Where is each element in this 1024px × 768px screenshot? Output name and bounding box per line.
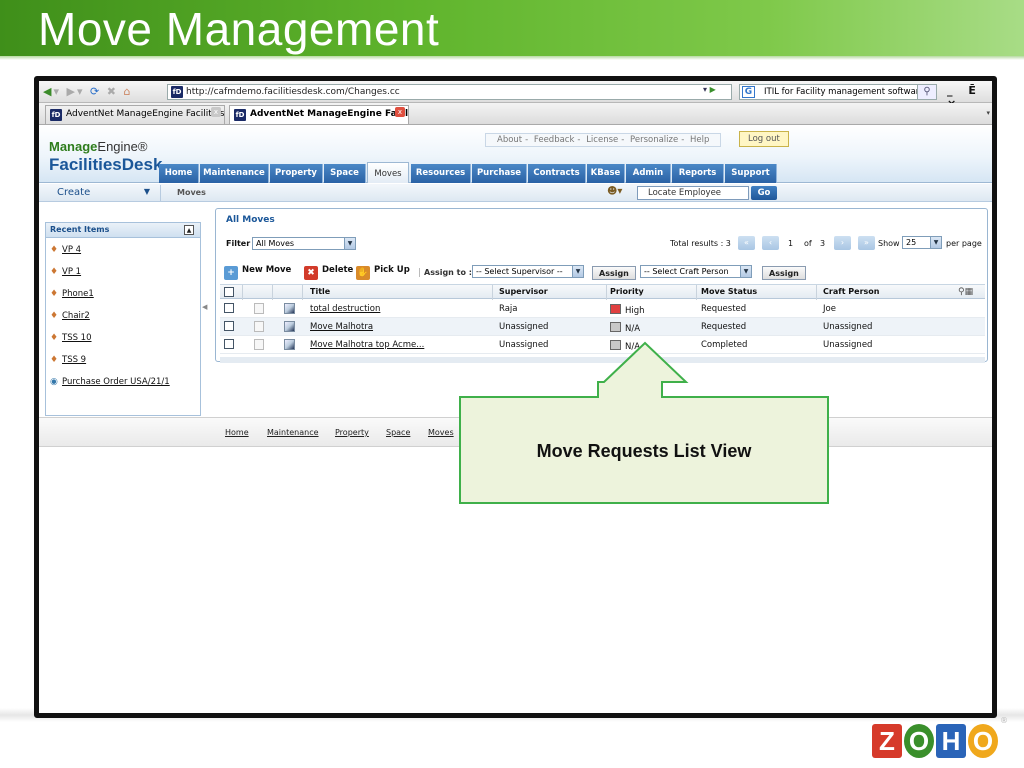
callout-shape	[459, 341, 829, 504]
zoho-letter: H	[936, 724, 966, 758]
callout-overlay	[459, 341, 829, 504]
zoho-letter: O	[904, 724, 934, 758]
zoho-letter: Z	[872, 724, 902, 758]
zoho-letter: O	[968, 724, 998, 758]
registered-mark: ®	[1000, 716, 1008, 725]
callout-label: Move Requests List View	[536, 441, 752, 461]
